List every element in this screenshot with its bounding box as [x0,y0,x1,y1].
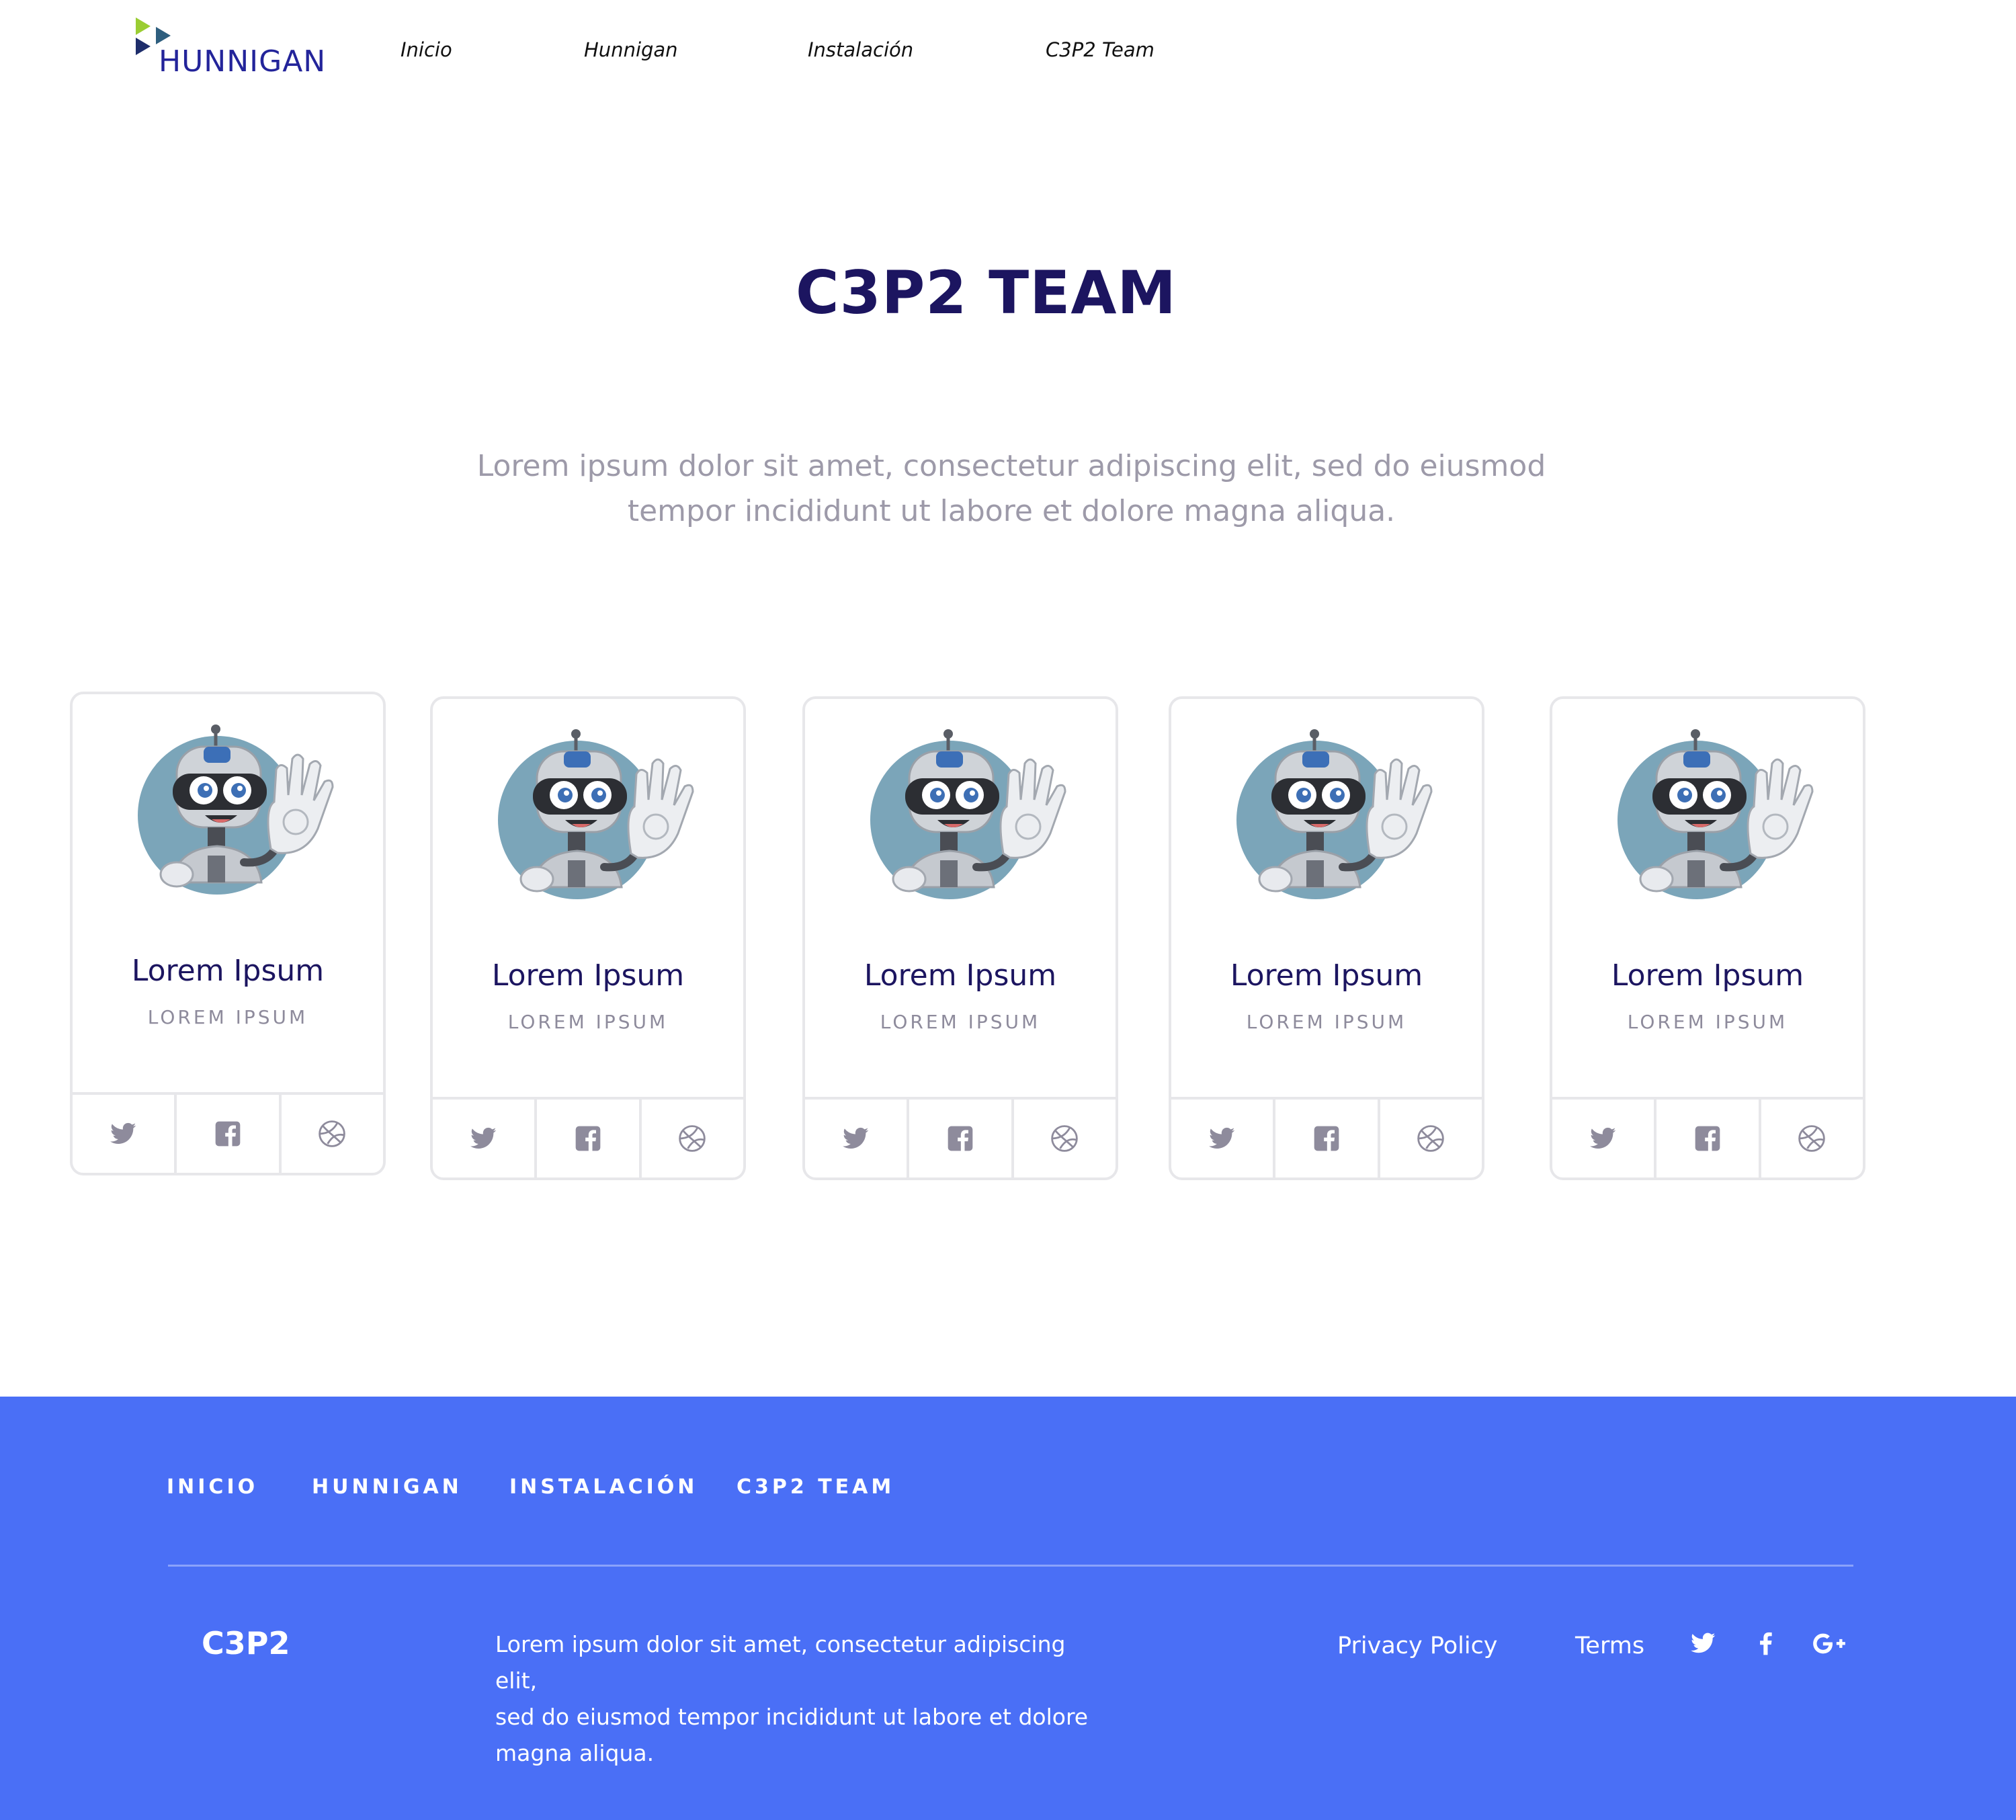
footer-text-line-1: Lorem ipsum dolor sit amet, consectetur … [495,1631,1066,1694]
robot-avatar [1616,726,1818,901]
member-role: LOREM IPSUM [147,1006,308,1028]
subtitle-line-2: tempor incididunt ut labore et dolore ma… [627,494,1396,528]
dribbble-icon [1050,1124,1079,1153]
robot-avatar [497,726,698,901]
dribbble-link[interactable] [1014,1100,1116,1177]
twitter-icon [1209,1125,1236,1152]
facebook-icon [1313,1125,1340,1152]
member-role: LOREM IPSUM [1246,1011,1407,1033]
card-social-bar [1171,1097,1482,1177]
nav-link-hunnigan[interactable]: Hunnigan [584,40,678,60]
google-plus-icon[interactable] [1812,1630,1847,1657]
footer-text-line-3: magna aliqua. [495,1740,655,1766]
member-name: Lorem Ipsum [131,954,325,988]
team-card: Lorem Ipsum LOREM IPSUM [1169,696,1484,1180]
footer-brand: C3P2 [202,1625,290,1661]
dribbble-icon [318,1120,346,1148]
footer-link-hunnigan[interactable]: HUNNIGAN [312,1477,462,1497]
robot-avatar [136,721,338,896]
member-name: Lorem Ipsum [1611,958,1804,993]
subtitle-line-1: Lorem ipsum dolor sit amet, consectetur … [476,449,1546,483]
facebook-icon [214,1120,241,1147]
nav-link-instalacion[interactable]: Instalación [808,40,913,60]
facebook-icon[interactable] [1753,1630,1778,1656]
member-name: Lorem Ipsum [491,958,685,993]
footer-link-inicio[interactable]: INICIO [167,1477,258,1497]
card-social-bar [805,1097,1116,1177]
nav-link-c3p2-team[interactable]: C3P2 Team [1046,40,1154,60]
twitter-icon [110,1120,137,1147]
facebook-link[interactable] [1275,1100,1380,1177]
nav-link-inicio[interactable]: Inicio [401,40,452,60]
page-subtitle: Lorem ipsum dolor sit amet, consectetur … [464,444,1559,534]
twitter-link[interactable] [1171,1100,1276,1177]
robot-avatar [869,726,1070,901]
member-name: Lorem Ipsum [1230,958,1423,993]
twitter-link[interactable] [805,1100,910,1177]
member-role: LOREM IPSUM [507,1011,669,1033]
card-social-bar [433,1097,743,1177]
twitter-icon [1590,1125,1617,1152]
team-card: Lorem Ipsum LOREM IPSUM [1550,696,1865,1180]
twitter-link[interactable] [73,1095,177,1173]
footer: INICIO HUNNIGAN INSTALACIÓN C3P2 TEAM C3… [0,1397,2016,1820]
facebook-link[interactable] [909,1100,1014,1177]
twitter-icon [470,1125,497,1152]
terms-link[interactable]: Terms [1575,1635,1644,1658]
privacy-policy-link[interactable]: Privacy Policy [1337,1635,1498,1658]
team-card: Lorem Ipsum LOREM IPSUM [430,696,746,1180]
team-card: Lorem Ipsum LOREM IPSUM [70,692,386,1175]
dribbble-link[interactable] [1761,1100,1863,1177]
team-card: Lorem Ipsum LOREM IPSUM [802,696,1118,1180]
footer-divider [168,1565,1853,1567]
twitter-link[interactable] [1552,1100,1657,1177]
page-title: C3P2 TEAM [796,258,1177,327]
card-social-bar [73,1092,383,1173]
dribbble-link[interactable] [1380,1100,1482,1177]
footer-description: Lorem ipsum dolor sit amet, consectetur … [495,1626,1100,1772]
facebook-icon [575,1125,601,1152]
member-name: Lorem Ipsum [864,958,1057,993]
robot-avatar [1235,726,1437,901]
footer-text-line-2: sed do eiusmod tempor incididunt ut labo… [495,1704,1089,1730]
member-role: LOREM IPSUM [880,1011,1041,1033]
dribbble-icon [678,1124,706,1153]
facebook-link[interactable] [537,1100,642,1177]
member-role: LOREM IPSUM [1627,1011,1788,1033]
twitter-icon [843,1125,870,1152]
footer-link-instalacion[interactable]: INSTALACIÓN [509,1477,698,1497]
facebook-link[interactable] [1656,1100,1761,1177]
footer-link-c3p2-team[interactable]: C3P2 TEAM [737,1477,894,1497]
dribbble-link[interactable] [282,1095,383,1173]
facebook-icon [947,1125,974,1152]
facebook-link[interactable] [177,1095,282,1173]
twitter-link[interactable] [433,1100,538,1177]
dribbble-icon [1417,1124,1445,1153]
dribbble-icon [1798,1124,1826,1153]
card-social-bar [1552,1097,1863,1177]
hunnigan-logo[interactable]: HUNNIGAN [134,17,336,78]
dribbble-link[interactable] [642,1100,743,1177]
facebook-icon [1694,1125,1721,1152]
logo-text: HUNNIGAN [159,44,327,79]
twitter-icon[interactable] [1691,1630,1716,1656]
